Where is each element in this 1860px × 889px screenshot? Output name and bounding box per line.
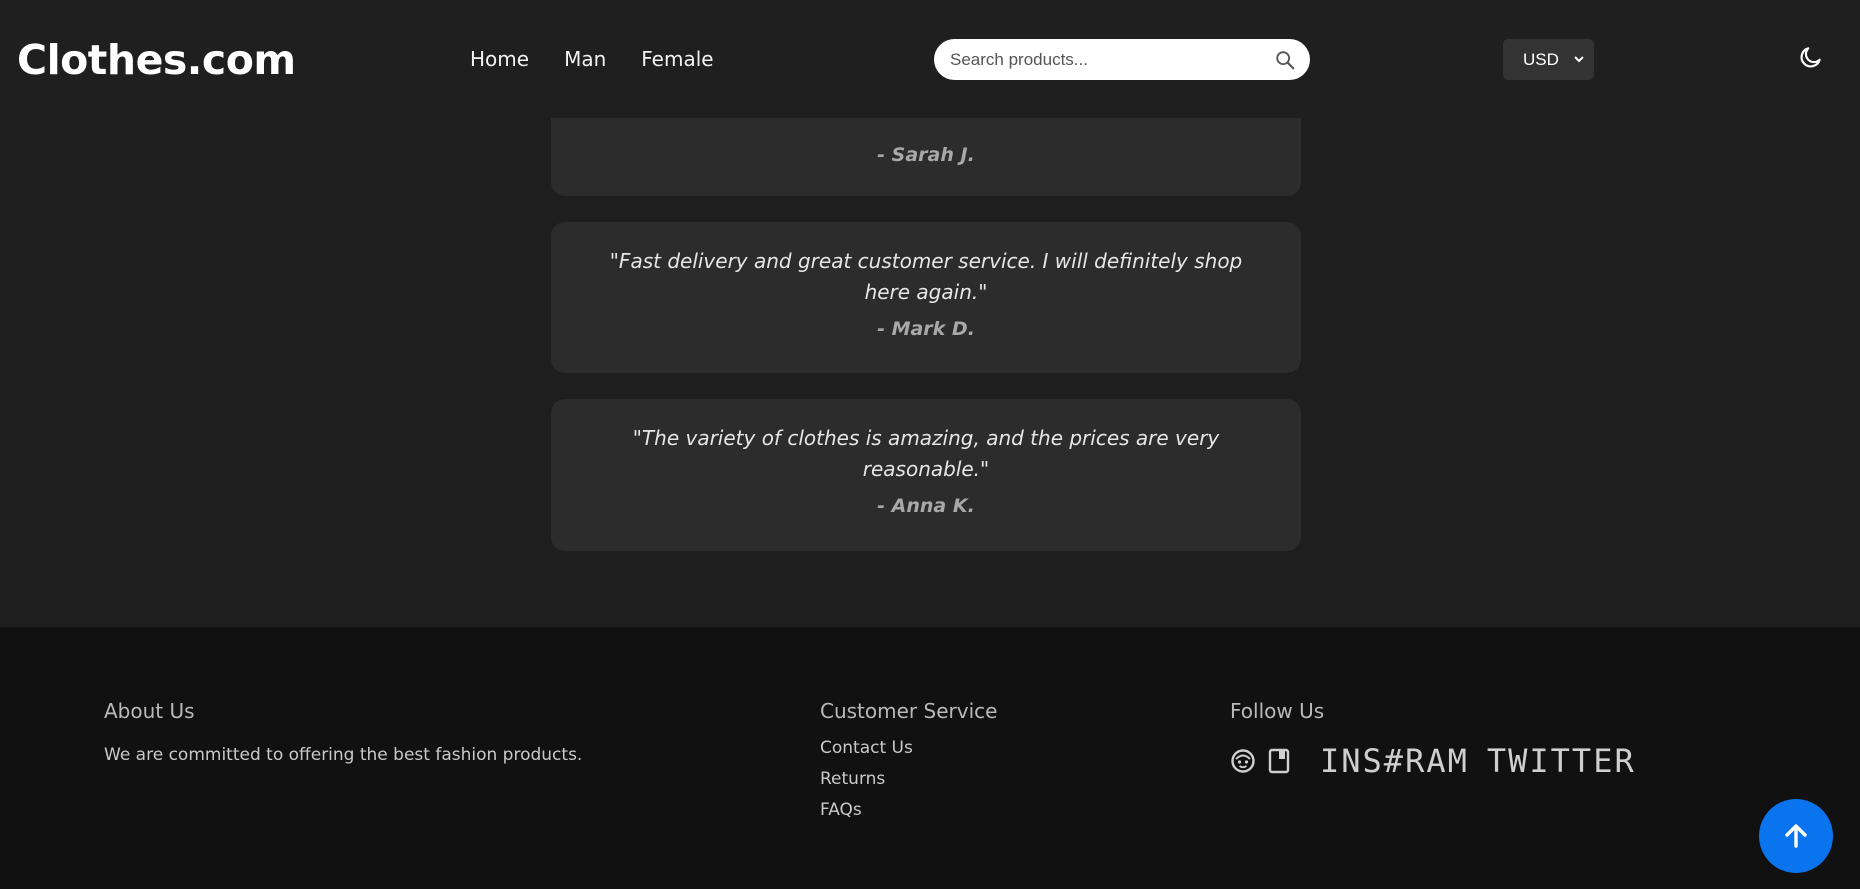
emoji-icon[interactable] (1230, 748, 1256, 774)
nav-man[interactable]: Man (564, 44, 606, 74)
twitter-link[interactable]: TWITTER (1487, 742, 1636, 780)
instagram-link[interactable]: INS#RAM (1320, 742, 1469, 780)
main-nav: Home Man Female (470, 44, 714, 74)
bookmark-icon[interactable] (1266, 748, 1292, 774)
returns-link[interactable]: Returns (820, 768, 913, 791)
testimonial-card: "The variety of clothes is amazing, and … (551, 399, 1301, 551)
faqs-link[interactable]: FAQs (820, 799, 913, 822)
site-header: Clothes.com Home Man Female USD (0, 0, 1860, 118)
social-links: INS#RAM TWITTER (1230, 742, 1636, 780)
testimonial-card: "Fast delivery and great customer servic… (551, 222, 1301, 373)
testimonial-author: - Sarah J. (877, 144, 975, 166)
testimonial-quote: "Fast delivery and great customer servic… (609, 249, 1243, 304)
customer-service-links: Contact Us Returns FAQs (820, 737, 913, 822)
testimonial-author: - Mark D. (877, 318, 975, 340)
site-footer: About Us We are committed to offering th… (0, 627, 1860, 889)
customer-service-heading: Customer Service (820, 699, 998, 723)
follow-us-heading: Follow Us (1230, 699, 1325, 723)
site-logo[interactable]: Clothes.com (17, 34, 296, 86)
testimonial-author: - Anna K. (877, 495, 975, 517)
currency-select[interactable]: USD (1503, 39, 1594, 80)
testimonial-card: - Sarah J. (551, 118, 1301, 196)
nav-female[interactable]: Female (641, 44, 713, 74)
nav-home[interactable]: Home (470, 44, 529, 74)
search-input[interactable] (950, 39, 1260, 80)
search-bar (934, 39, 1310, 80)
contact-us-link[interactable]: Contact Us (820, 737, 913, 760)
chevron-down-icon (1574, 56, 1584, 63)
currency-value: USD (1523, 49, 1559, 69)
testimonial-quote: "The variety of clothes is amazing, and … (632, 426, 1220, 481)
search-icon[interactable] (1274, 49, 1296, 71)
arrow-up-icon (1785, 824, 1807, 848)
about-heading: About Us (104, 699, 195, 723)
back-to-top-button[interactable] (1759, 799, 1833, 873)
about-text: We are committed to offering the best fa… (104, 745, 583, 765)
moon-icon[interactable] (1798, 44, 1824, 70)
